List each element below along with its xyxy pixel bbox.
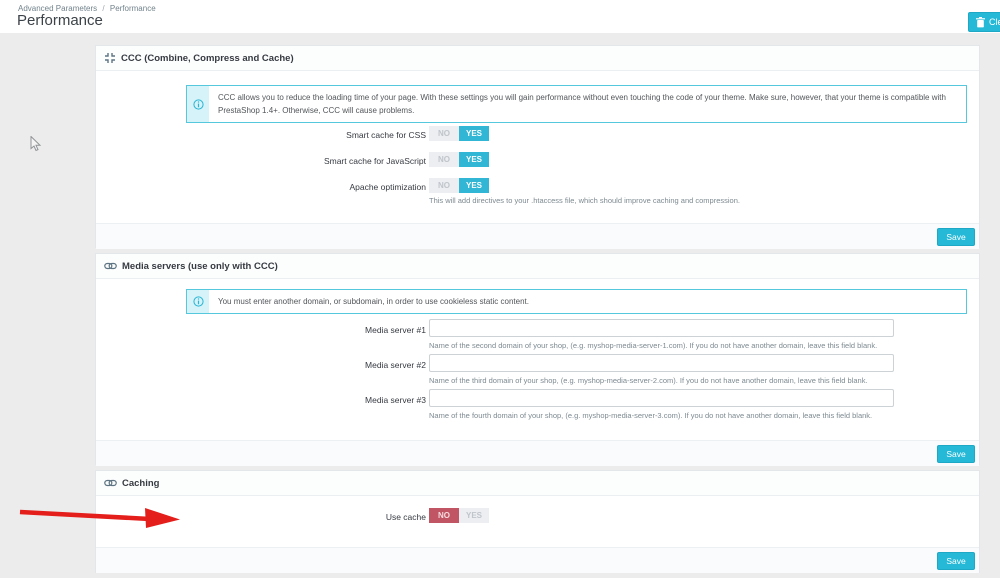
panel-media-title: Media servers (use only with CCC) <box>122 261 278 272</box>
label-smart-cache-js: Smart cache for JavaScript <box>96 156 426 166</box>
label-media-server-3: Media server #3 <box>96 395 426 405</box>
save-button[interactable]: Save <box>937 445 975 463</box>
toggle-use-cache: NO YES <box>429 508 489 523</box>
toggle-yes-option[interactable]: YES <box>459 152 489 167</box>
toggle-smart-cache-js: NO YES <box>429 152 489 167</box>
clear-cache-label: Clear cache <box>989 17 1000 27</box>
panel-ccc-header: CCC (Combine, Compress and Cache) <box>96 46 979 71</box>
link-icon <box>104 260 117 272</box>
media-info-text: You must enter another domain, or subdom… <box>209 290 538 313</box>
toggle-yes-option[interactable]: YES <box>459 178 489 193</box>
panel-media-header: Media servers (use only with CCC) <box>96 254 979 279</box>
media-server-3-help: Name of the fourth domain of your shop, … <box>429 411 872 420</box>
apache-optimization-help: This will add directives to your .htacce… <box>429 196 740 205</box>
toggle-apache-optimization: NO YES <box>429 178 489 193</box>
label-media-server-2: Media server #2 <box>96 360 426 370</box>
panel-ccc-title: CCC (Combine, Compress and Cache) <box>121 53 294 64</box>
media-server-3-input[interactable] <box>429 389 894 407</box>
toggle-yes-option[interactable]: YES <box>459 126 489 141</box>
save-button[interactable]: Save <box>937 552 975 570</box>
save-button[interactable]: Save <box>937 228 975 246</box>
breadcrumb-current: Performance <box>110 4 156 13</box>
toggle-yes-option[interactable]: YES <box>459 508 489 523</box>
panel-media-servers: Media servers (use only with CCC) You mu… <box>95 253 980 465</box>
ccc-info-text: CCC allows you to reduce the loading tim… <box>209 86 966 122</box>
panel-caching-footer: Save <box>96 547 979 573</box>
ccc-info-alert: CCC allows you to reduce the loading tim… <box>186 85 967 123</box>
top-bar: Advanced Parameters / Performance Perfor… <box>0 0 1000 33</box>
label-media-server-1: Media server #1 <box>96 325 426 335</box>
info-icon <box>187 86 209 122</box>
media-info-alert: You must enter another domain, or subdom… <box>186 289 967 314</box>
trash-icon <box>976 17 985 28</box>
panel-ccc: CCC (Combine, Compress and Cache) CCC al… <box>95 45 980 248</box>
media-server-1-input[interactable] <box>429 319 894 337</box>
label-smart-cache-css: Smart cache for CSS <box>96 130 426 140</box>
toggle-no-option[interactable]: NO <box>429 508 459 523</box>
media-server-1-help: Name of the second domain of your shop, … <box>429 341 877 350</box>
panel-ccc-footer: Save <box>96 223 979 249</box>
mouse-cursor-icon <box>30 136 42 152</box>
panel-media-footer: Save <box>96 440 979 466</box>
toggle-no-option[interactable]: NO <box>429 152 459 167</box>
toggle-smart-cache-css: NO YES <box>429 126 489 141</box>
compress-icon <box>104 52 116 64</box>
info-icon <box>187 290 209 313</box>
media-server-2-input[interactable] <box>429 354 894 372</box>
page-title: Performance <box>17 12 103 29</box>
panel-caching: Caching Use cache NO YES Save <box>95 470 980 573</box>
label-apache-optimization: Apache optimization <box>96 182 426 192</box>
toggle-no-option[interactable]: NO <box>429 126 459 141</box>
clear-cache-button[interactable]: Clear cache <box>968 12 1000 32</box>
panel-caching-header: Caching <box>96 471 979 496</box>
panel-caching-title: Caching <box>122 478 159 489</box>
toggle-no-option[interactable]: NO <box>429 178 459 193</box>
media-server-2-help: Name of the third domain of your shop, (… <box>429 376 868 385</box>
label-use-cache: Use cache <box>96 512 426 522</box>
link-icon <box>104 477 117 489</box>
